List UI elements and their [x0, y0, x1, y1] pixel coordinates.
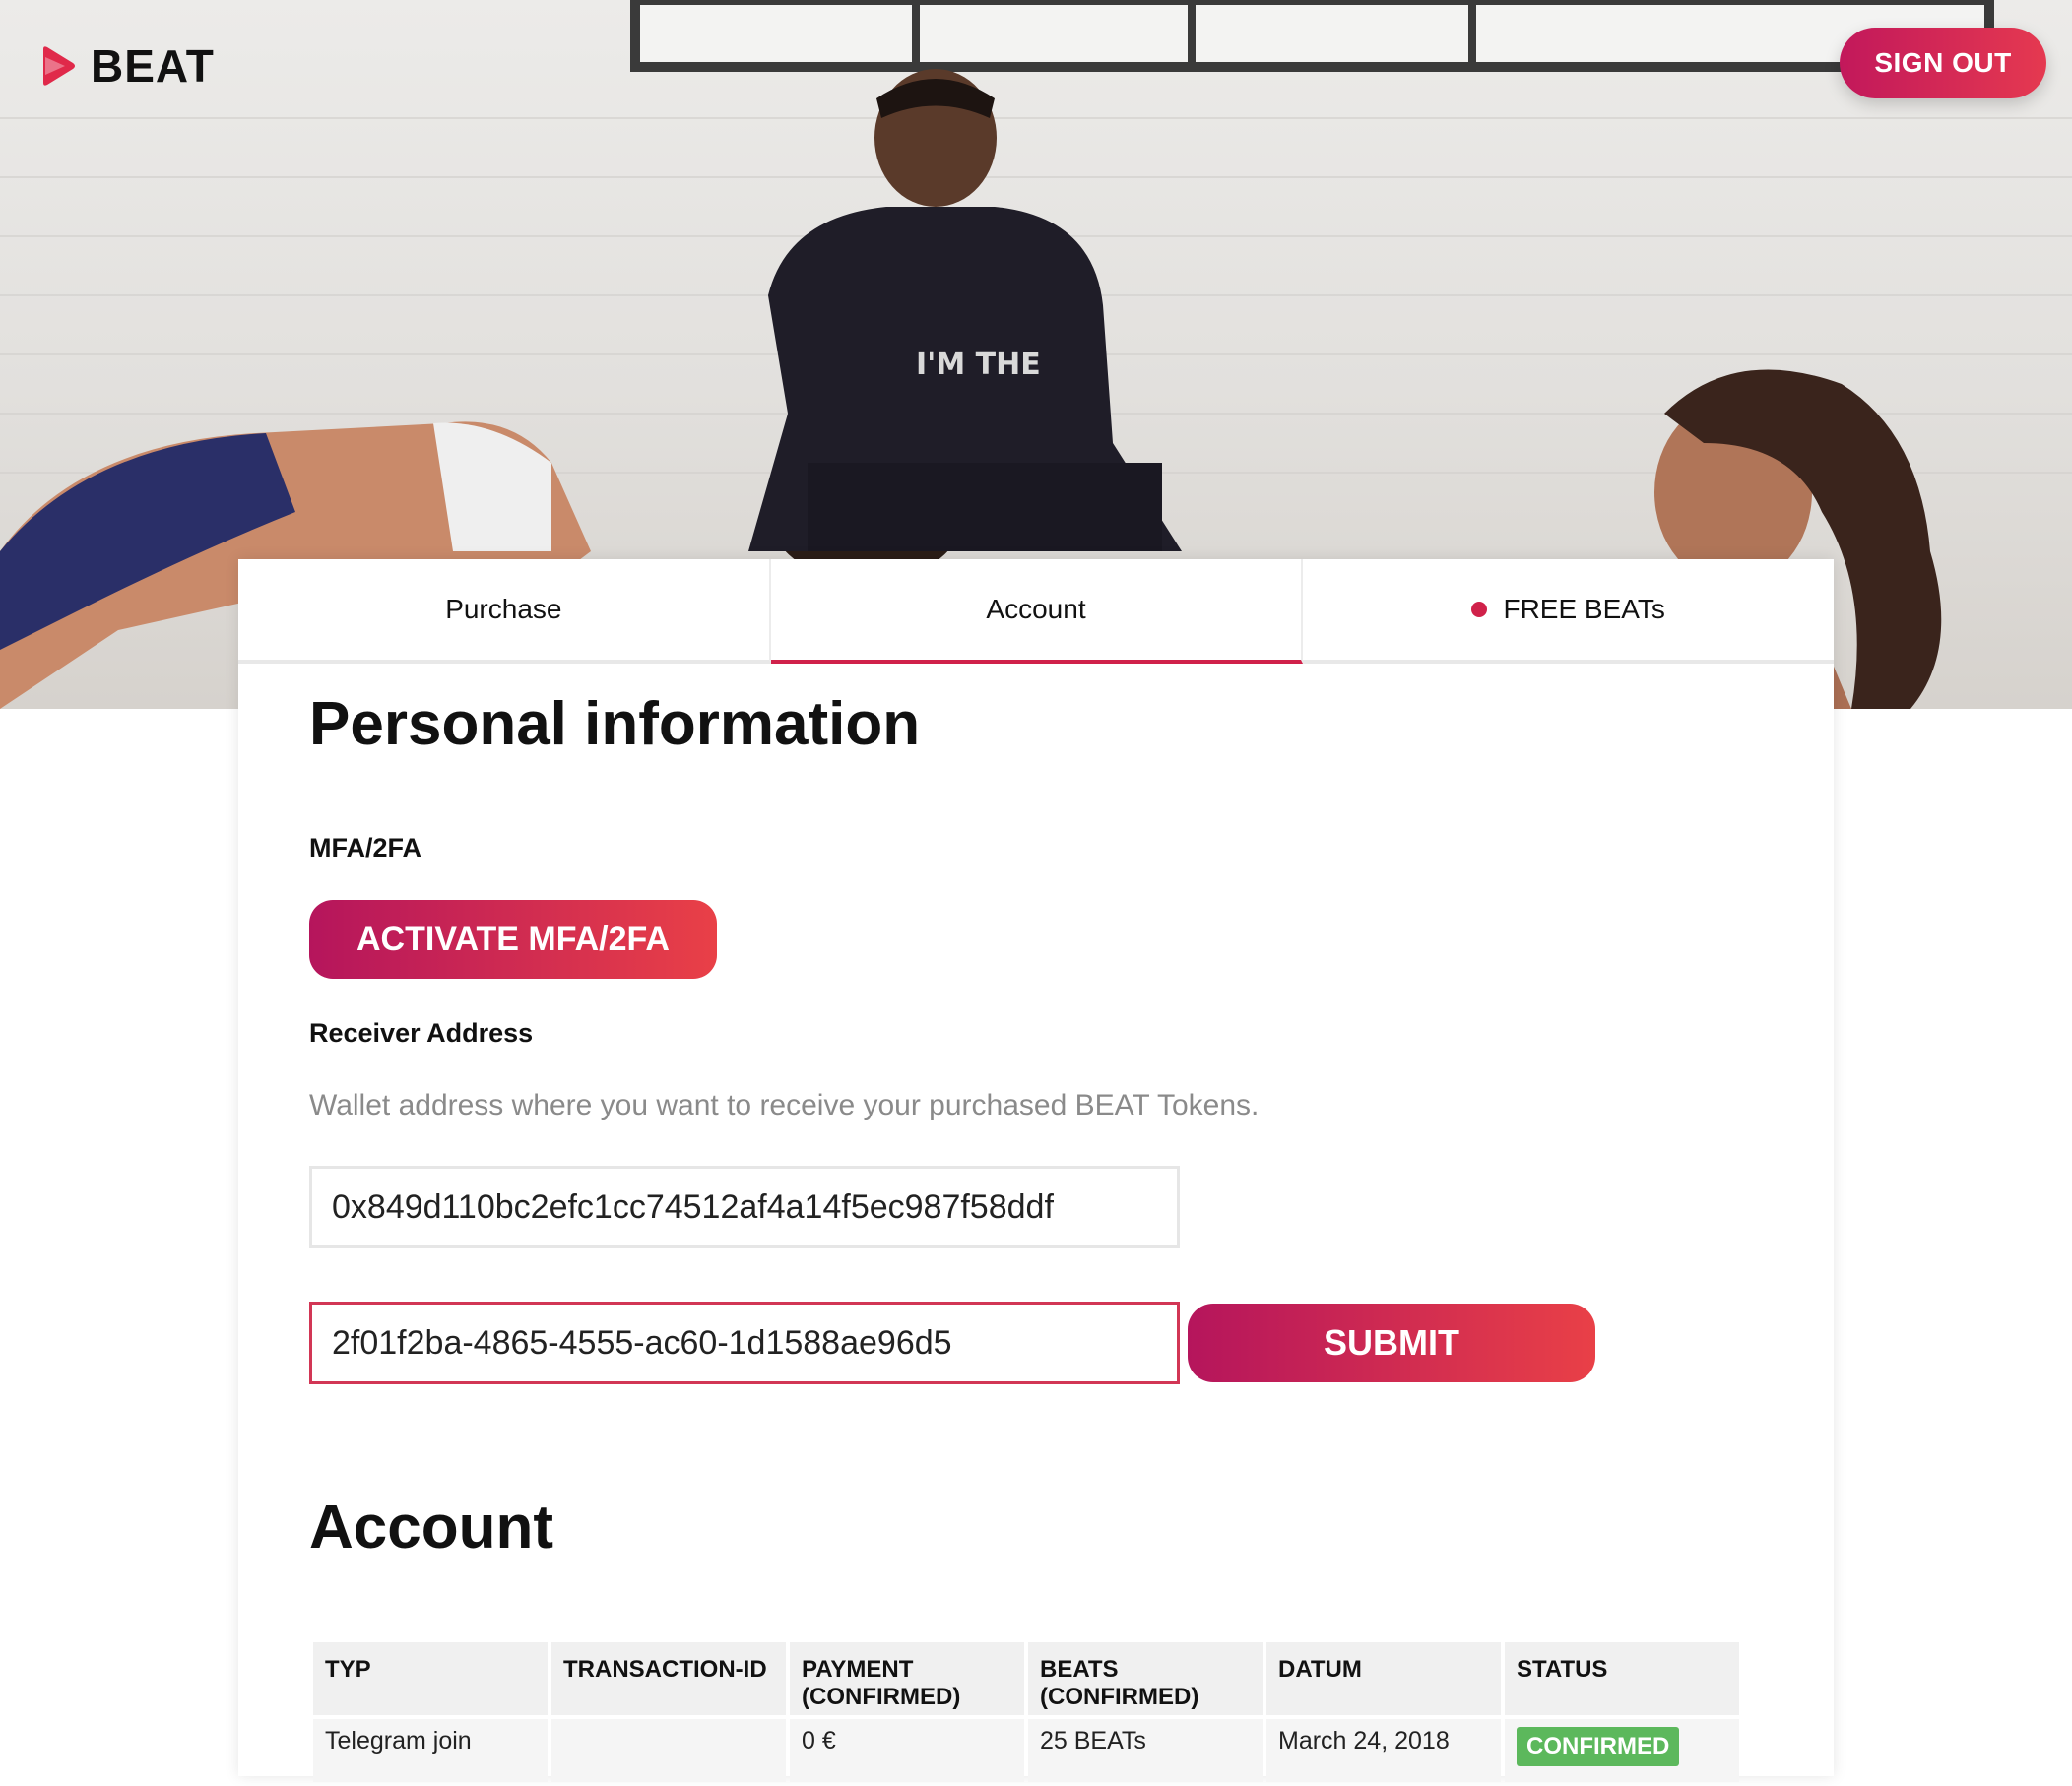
brand-name: BEAT	[91, 40, 215, 92]
status-badge: CONFIRMED	[1517, 1727, 1680, 1766]
column-header-status: STATUS	[1505, 1642, 1739, 1715]
transactions-table: TYP TRANSACTION-ID PAYMENT (CONFIRMED) B…	[309, 1638, 1743, 1786]
cell-transaction-id	[551, 1719, 786, 1782]
cell-status: CONFIRMED	[1505, 1719, 1739, 1782]
column-header-transaction-id: TRANSACTION-ID	[551, 1642, 786, 1715]
column-header-beats: BEATS (CONFIRMED)	[1028, 1642, 1263, 1715]
cell-typ: Telegram join	[313, 1719, 548, 1782]
mfa-label: MFA/2FA	[309, 833, 422, 862]
wallet-address-input[interactable]	[309, 1166, 1180, 1248]
table-row: Telegram join 0 € 25 BEATs March 24, 201…	[313, 1719, 1739, 1782]
cell-datum: March 24, 2018	[1266, 1719, 1501, 1782]
personal-information-heading: Personal information	[309, 690, 921, 758]
cell-beats: 25 BEATs	[1028, 1719, 1263, 1782]
receiver-address-label: Receiver Address	[309, 1018, 534, 1048]
content-area: Personal information MFA/2FA ACTIVATE MF…	[238, 0, 1834, 1782]
activate-mfa-button[interactable]: ACTIVATE MFA/2FA	[309, 900, 717, 979]
receiver-address-help: Wallet address where you want to receive…	[309, 1089, 1260, 1121]
play-logo-icon	[43, 46, 75, 86]
sign-out-button[interactable]: SIGN OUT	[1840, 28, 2046, 98]
column-header-typ: TYP	[313, 1642, 548, 1715]
table-header-row: TYP TRANSACTION-ID PAYMENT (CONFIRMED) B…	[313, 1642, 1739, 1715]
submit-button[interactable]: SUBMIT	[1188, 1304, 1595, 1382]
account-heading: Account	[309, 1494, 553, 1562]
column-header-payment: PAYMENT (CONFIRMED)	[790, 1642, 1024, 1715]
beat-logo[interactable]: BEAT	[43, 39, 215, 93]
column-header-datum: DATUM	[1266, 1642, 1501, 1715]
confirmation-code-input[interactable]	[309, 1302, 1180, 1384]
cell-payment: 0 €	[790, 1719, 1024, 1782]
